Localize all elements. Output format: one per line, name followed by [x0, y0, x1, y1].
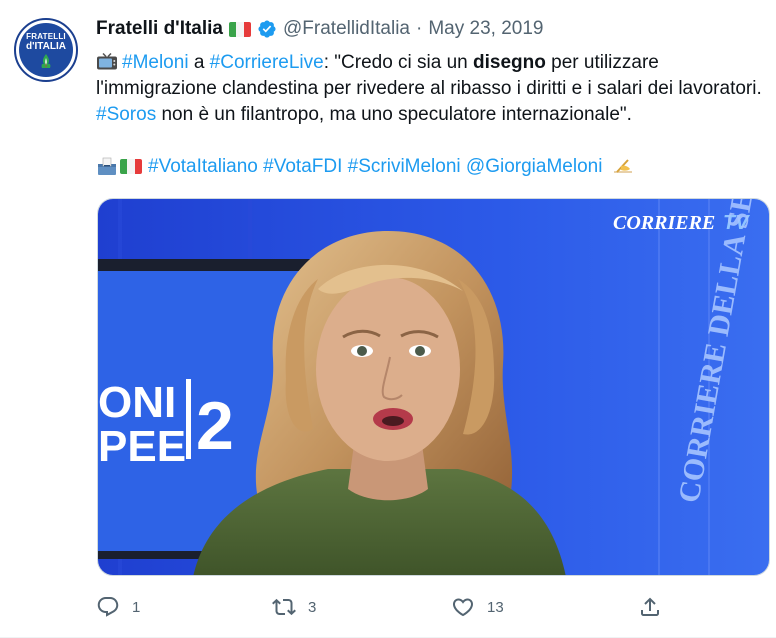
- reply-count: 1: [132, 598, 141, 616]
- corriere-watermark: CORRIERE: [613, 212, 715, 234]
- display-name[interactable]: Fratelli d'Italia: [96, 18, 223, 40]
- tweet-header: Fratelli d'Italia @FratellidItalia · May…: [96, 18, 543, 40]
- avatar-logo-line2: d'ITALIA: [26, 41, 66, 52]
- tweet-media-image[interactable]: ONI PEE 2 CORRIERE TV CORRIERE DELLA SER…: [97, 198, 770, 576]
- mention-giorgiameloni[interactable]: @GiorgiaMeloni: [466, 156, 603, 177]
- tweet-paragraph-2: #VotaItaliano #VotaFDI #ScriviMeloni @Gi…: [96, 154, 766, 180]
- retweet-count: 3: [308, 598, 317, 616]
- bold-word: disegno: [473, 52, 546, 73]
- tweet-date[interactable]: May 23, 2019: [428, 18, 543, 40]
- quote-start: : "Credo ci sia un: [323, 52, 474, 73]
- tweet-text: #Meloni a #CorriereLive: "Credo ci sia u…: [96, 50, 766, 180]
- share-icon: [641, 597, 659, 616]
- retweet-button[interactable]: 3: [272, 590, 316, 624]
- avatar-logo: FRATELLI d'ITALIA: [19, 23, 73, 77]
- flag-italy-icon: [229, 21, 251, 37]
- tv-icon: [96, 52, 118, 70]
- avatar[interactable]: FRATELLI d'ITALIA: [14, 18, 78, 82]
- quote-ending: non è un filantropo, ma uno speculatore …: [156, 104, 632, 125]
- writing-hand-icon: [612, 157, 634, 175]
- hashtag-corrierelive[interactable]: #CorriereLive: [210, 52, 324, 73]
- hashtag-meloni[interactable]: #Meloni: [122, 52, 189, 73]
- header-separator: ·: [416, 18, 423, 39]
- hashtag-votafdi[interactable]: #VotaFDI: [263, 156, 342, 177]
- verified-badge-icon: [258, 20, 276, 38]
- like-count: 13: [487, 598, 504, 616]
- reply-button[interactable]: 1: [96, 590, 140, 624]
- retweet-icon: [272, 598, 296, 616]
- flame-icon: [40, 54, 52, 68]
- tweet-card[interactable]: FRATELLI d'ITALIA Fratelli d'Italia @Fra…: [0, 0, 776, 638]
- like-icon: [452, 598, 474, 617]
- tweet-paragraph-1: #Meloni a #CorriereLive: "Credo ci sia u…: [96, 50, 766, 128]
- like-button[interactable]: 13: [451, 590, 504, 624]
- screen-line2: PEE: [98, 422, 186, 471]
- text-a: a: [188, 52, 210, 73]
- hashtag-soros[interactable]: #Soros: [96, 104, 156, 125]
- hashtag-scrivimeloni[interactable]: #ScriviMeloni: [348, 156, 461, 177]
- flag-italy-icon: [120, 159, 142, 174]
- reply-icon: [97, 597, 119, 617]
- user-handle[interactable]: @FratellidItalia: [283, 18, 410, 40]
- share-button[interactable]: [638, 590, 662, 624]
- tweet-action-bar: 1 3 13: [96, 590, 696, 624]
- avatar-logo-line1: FRATELLI: [26, 32, 66, 41]
- ballot-box-icon: [96, 157, 118, 175]
- screen-digit: 2: [196, 388, 234, 464]
- hashtag-votaitaliano[interactable]: #VotaItaliano: [148, 156, 258, 177]
- screen-line1: ONI: [98, 378, 176, 427]
